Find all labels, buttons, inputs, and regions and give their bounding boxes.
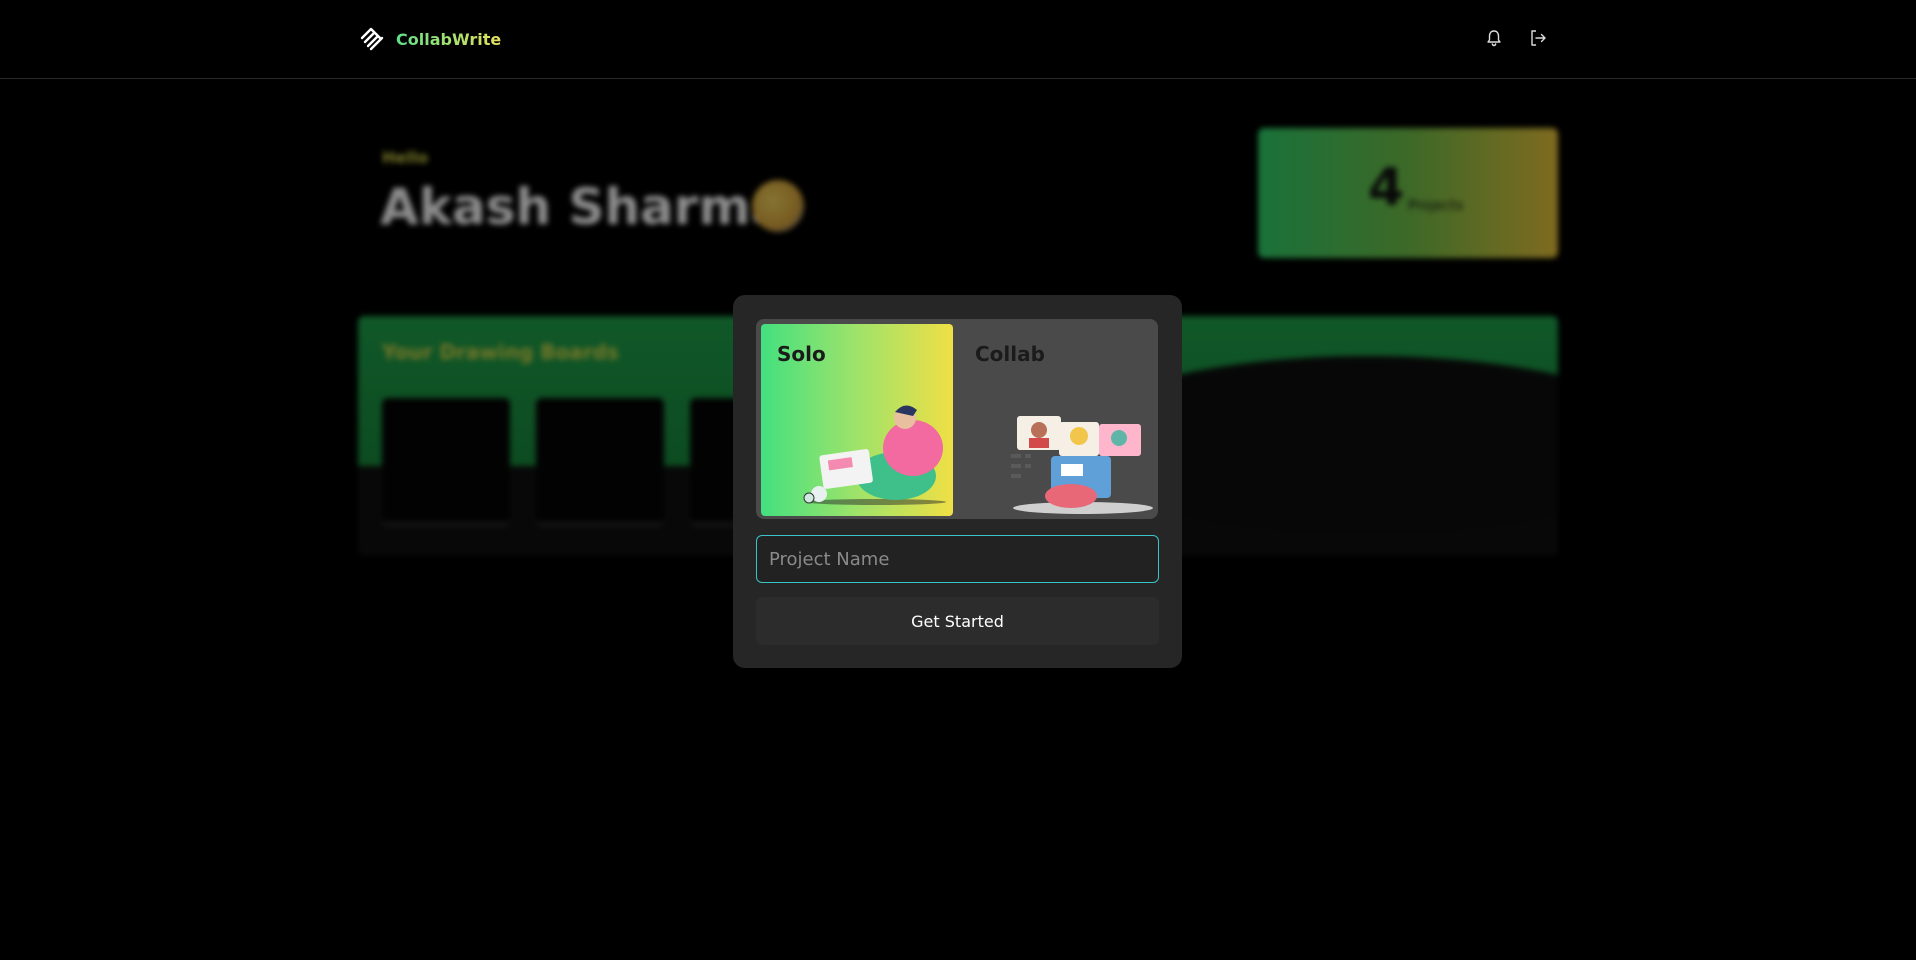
board-tile	[536, 398, 664, 526]
collab-option[interactable]: Collab	[961, 324, 1153, 516]
mode-toggle: Solo Collab	[756, 319, 1158, 519]
collabwrite-logo-icon	[360, 27, 384, 51]
wave-emoji-icon	[752, 180, 804, 232]
logout-icon[interactable]	[1528, 28, 1548, 48]
solo-label: Solo	[777, 342, 826, 366]
top-header: CollabWrite	[0, 0, 1916, 79]
projects-label: Projects	[1408, 198, 1464, 214]
collab-illustration-icon	[1011, 416, 1153, 514]
greeting-label: Hello	[382, 148, 429, 167]
get-started-button[interactable]: Get Started	[756, 597, 1159, 645]
app-name: CollabWrite	[396, 29, 502, 49]
bell-icon[interactable]	[1484, 28, 1504, 48]
project-name-input[interactable]	[756, 535, 1159, 583]
solo-illustration-icon	[803, 405, 946, 505]
projects-count-card: 4 Projects	[1258, 128, 1558, 258]
collab-label: Collab	[975, 342, 1045, 366]
projects-count: 4	[1368, 158, 1405, 218]
solo-option[interactable]: Solo	[761, 324, 953, 516]
boards-title: Your Drawing Boards	[382, 340, 619, 364]
app-logo[interactable]: CollabWrite	[358, 25, 501, 53]
new-project-modal: Solo Collab Project Name Get Started	[733, 295, 1182, 668]
user-name-heading: Akash Sharma	[380, 178, 785, 236]
header-actions	[1484, 28, 1548, 48]
board-tile	[382, 398, 510, 526]
